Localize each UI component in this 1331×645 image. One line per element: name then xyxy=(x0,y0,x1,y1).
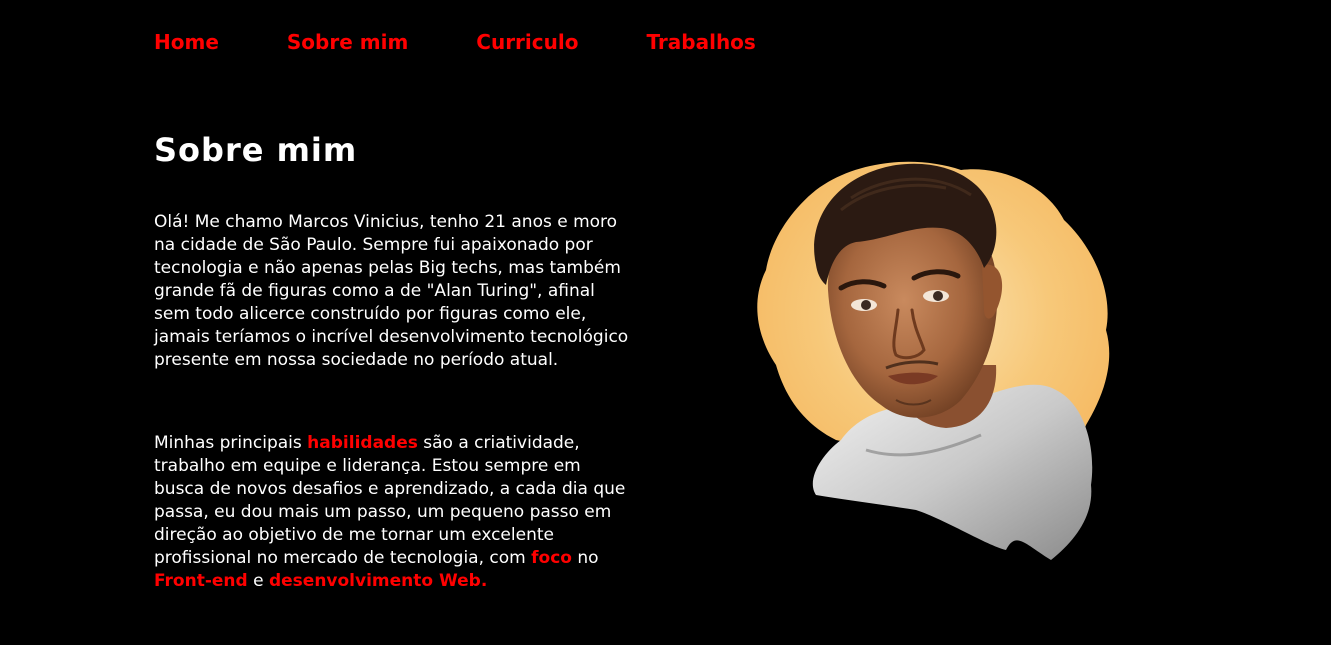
profile-photo xyxy=(746,150,1118,562)
nav-link-curriculo[interactable]: Curriculo xyxy=(476,28,578,56)
about-paragraph-intro: Olá! Me chamo Marcos Vinicius, tenho 21 … xyxy=(154,212,629,370)
skills-text-3: no xyxy=(571,548,599,568)
nav-link-home[interactable]: Home xyxy=(154,28,219,56)
page-title: Sobre mim xyxy=(154,131,358,169)
highlight-front-end: Front-end xyxy=(154,571,248,591)
skills-text-1: Minhas principais xyxy=(154,433,308,453)
portrait-illustration-icon xyxy=(757,161,1110,560)
highlight-habilidades: habilidades xyxy=(307,433,418,453)
main-nav: Home Sobre mim Curriculo Trabalhos xyxy=(154,28,824,56)
about-paragraph-skills: Minhas principais habilidades são a cria… xyxy=(154,432,634,593)
nav-link-sobre-mim[interactable]: Sobre mim xyxy=(287,28,408,56)
highlight-foco: foco xyxy=(531,548,572,568)
highlight-desenvolvimento-web: desenvolvimento Web. xyxy=(268,571,488,591)
nav-link-trabalhos[interactable]: Trabalhos xyxy=(646,28,755,56)
skills-text-4: e xyxy=(247,571,269,591)
